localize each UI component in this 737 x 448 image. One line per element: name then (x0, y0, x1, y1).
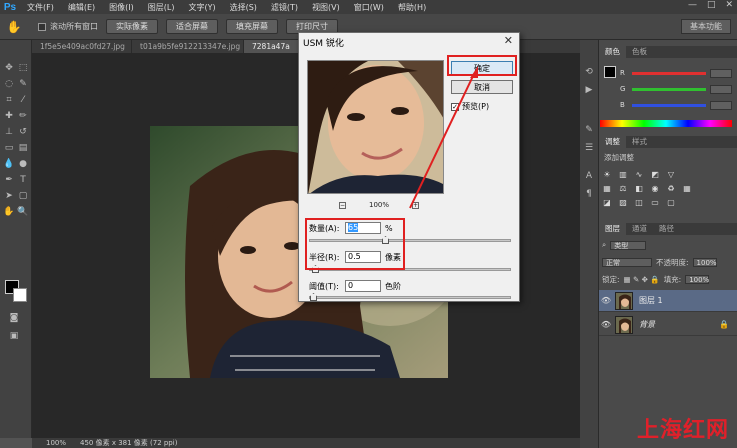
annotation-arrow (409, 66, 478, 209)
arrow-head (470, 66, 478, 78)
arrow-line (409, 73, 475, 209)
site-watermark: 上海红网 (636, 418, 729, 443)
